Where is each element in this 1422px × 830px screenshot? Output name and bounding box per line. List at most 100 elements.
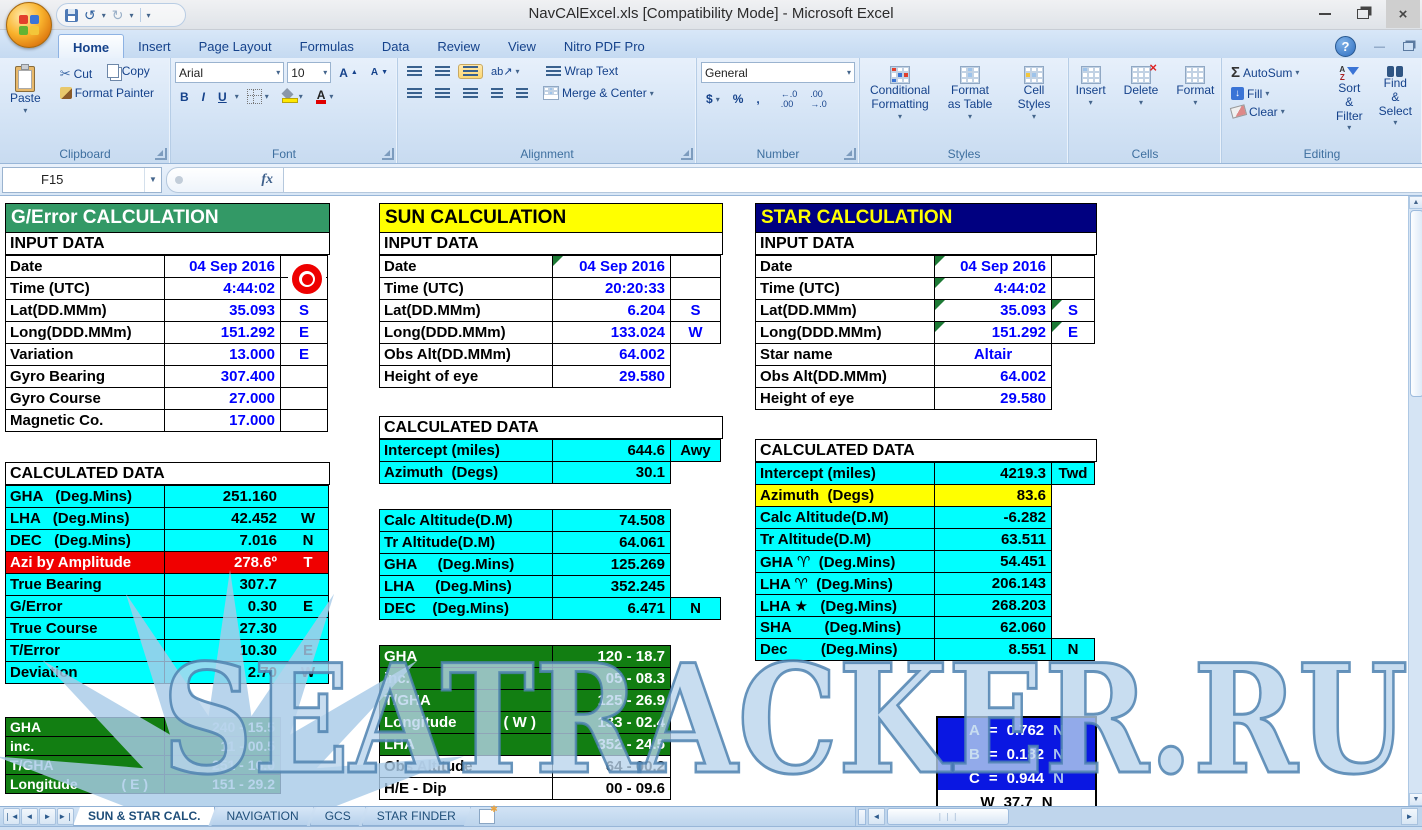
cell-label[interactable]: Longitude( E ) [5, 774, 165, 794]
save-icon[interactable] [65, 9, 78, 22]
cell-label[interactable]: LHA [379, 733, 553, 756]
cell-value[interactable]: 268.203 [934, 594, 1052, 617]
cell-label[interactable]: Gyro Course [5, 387, 165, 410]
cell-label[interactable]: inc. [5, 736, 165, 756]
cell-unit[interactable] [1051, 572, 1095, 595]
cell-unit[interactable] [1051, 255, 1095, 278]
cell-value[interactable]: 62.060 [934, 616, 1052, 639]
cell-label[interactable]: Date [5, 255, 165, 278]
cell-unit[interactable]: S [280, 299, 328, 322]
cell-styles-button[interactable]: Cell Styles▾ [1004, 62, 1064, 141]
font-dialog-launcher[interactable] [382, 148, 394, 160]
cell-unit[interactable] [670, 575, 721, 598]
cell-value[interactable]: 7.016N [164, 529, 329, 552]
cell-value[interactable]: 17.000 [164, 409, 281, 432]
cell-value[interactable]: 04 Sep 2016 [552, 255, 671, 278]
cell-unit[interactable] [1051, 277, 1095, 300]
cell-label[interactable]: Calc Altitude(D.M) [755, 506, 935, 529]
cell-unit[interactable]: Awy [670, 439, 721, 462]
cell-label[interactable]: Time (UTC) [379, 277, 553, 300]
cell-unit[interactable] [670, 277, 721, 300]
grow-font-button[interactable]: A▲ [334, 64, 363, 82]
cell-label[interactable]: Longitude( W ) [379, 711, 553, 734]
redo-caret[interactable]: ▾ [129, 11, 133, 20]
cell-value[interactable]: 10.30E [164, 639, 329, 662]
cell-unit[interactable] [670, 531, 721, 554]
increase-decimal-button[interactable]: ←.0.00 [776, 87, 803, 111]
cell-unit[interactable] [280, 387, 328, 410]
copy-button[interactable]: Copy [102, 62, 155, 80]
customize-qat-caret[interactable]: ▾ [147, 11, 151, 20]
cell-value[interactable]: 151 - 29.2 [164, 774, 281, 794]
cell-unit[interactable]: W [670, 321, 721, 344]
cell-value[interactable]: 644.6 [552, 439, 671, 462]
cell-value[interactable]: 30.1 [552, 461, 671, 484]
cell-label[interactable]: Lat(DD.MMm) [755, 299, 935, 322]
number-format-select[interactable]: General▾ [701, 62, 855, 83]
cell-value[interactable]: 352 - 24.5 [552, 733, 671, 756]
italic-button[interactable]: I [197, 88, 210, 106]
tab-review[interactable]: Review [423, 34, 494, 58]
align-center-button[interactable] [430, 86, 455, 101]
cell-label[interactable]: DEC (Deg.Mins) [5, 529, 165, 552]
cell-label[interactable]: Obs Alt(DD.MMm) [379, 343, 553, 366]
cell-value[interactable]: 42.452W [164, 507, 329, 530]
align-right-button[interactable] [458, 86, 483, 101]
tab-data[interactable]: Data [368, 34, 423, 58]
format-cells-button[interactable]: Format▾ [1170, 62, 1220, 141]
office-button[interactable] [6, 2, 52, 48]
cell-value[interactable]: 35.093 [934, 299, 1052, 322]
help-icon[interactable]: ? [1335, 36, 1356, 57]
cell-label[interactable]: LHA (Deg.Mins) [5, 507, 165, 530]
cell-label[interactable]: H/E - Dip [379, 777, 553, 800]
cell-value[interactable]: 125.269 [552, 553, 671, 576]
cell-label[interactable]: LHA ★ (Deg.Mins) [755, 594, 935, 617]
cell-value[interactable]: 64 - 00.2 [552, 755, 671, 778]
cell-unit[interactable]: S [1051, 299, 1095, 322]
cell-value[interactable]: 307.7 [164, 573, 329, 596]
cell-label[interactable]: Intercept (miles) [379, 439, 553, 462]
cell-value[interactable]: 11 - 00.5 [164, 736, 281, 756]
name-box-caret[interactable]: ▼ [144, 168, 161, 192]
cell-value[interactable]: 120 - 18.7 [552, 645, 671, 668]
restore-button[interactable] [1346, 0, 1380, 28]
sort-filter-button[interactable]: AZ Sort & Filter▾ [1330, 62, 1369, 141]
name-box[interactable]: F15 ▼ [2, 167, 162, 193]
cell-value[interactable]: 04 Sep 2016 [164, 255, 281, 278]
increase-indent-button[interactable] [511, 86, 533, 101]
clear-button[interactable]: Clear▾ [1226, 103, 1290, 121]
cell-unit[interactable]: E [280, 343, 328, 366]
tab-formulas[interactable]: Formulas [286, 34, 368, 58]
cell-label[interactable]: T/GHA [379, 689, 553, 712]
cell-label[interactable]: Calc Altitude(D.M) [379, 509, 553, 532]
decrease-decimal-button[interactable]: .00→.0 [805, 87, 832, 111]
cell-value[interactable]: 4:44:02 [934, 277, 1052, 300]
cell-label[interactable]: Star name [755, 343, 935, 366]
cell-label[interactable]: Time (UTC) [755, 277, 935, 300]
align-top-button[interactable] [402, 64, 427, 79]
cell-label[interactable]: Lat(DD.MMm) [5, 299, 165, 322]
percent-button[interactable]: % [728, 90, 749, 108]
cell-label[interactable]: T/Error [5, 639, 165, 662]
cut-button[interactable]: ✂Cut [55, 64, 98, 84]
cell-label[interactable]: Long(DDD.MMm) [5, 321, 165, 344]
close-button[interactable]: × [1386, 0, 1420, 28]
first-sheet-icon[interactable]: ❘◄ [3, 808, 20, 825]
cell-label[interactable]: Gyro Bearing [5, 365, 165, 388]
undo-icon[interactable]: ↺ [84, 8, 96, 22]
cell-unit[interactable]: S [670, 299, 721, 322]
cell-value[interactable]: 0.30E [164, 595, 329, 618]
workbook-minimize-icon[interactable]: — [1374, 41, 1385, 53]
cell-unit[interactable] [1051, 528, 1095, 551]
tab-home[interactable]: Home [58, 34, 124, 59]
number-dialog-launcher[interactable] [844, 148, 856, 160]
fill-button[interactable]: ↓Fill▾ [1226, 85, 1274, 103]
cell-label[interactable]: Tr Altitude(D.M) [755, 528, 935, 551]
cell-unit[interactable] [1051, 484, 1095, 507]
cell-unit[interactable] [280, 409, 328, 432]
minimize-button[interactable] [1308, 0, 1342, 28]
cell-unit[interactable] [1051, 365, 1095, 388]
autosum-button[interactable]: ΣAutoSum▾ [1226, 62, 1304, 83]
cell-value[interactable]: 27.000 [164, 387, 281, 410]
cell-label[interactable]: True Bearing [5, 573, 165, 596]
